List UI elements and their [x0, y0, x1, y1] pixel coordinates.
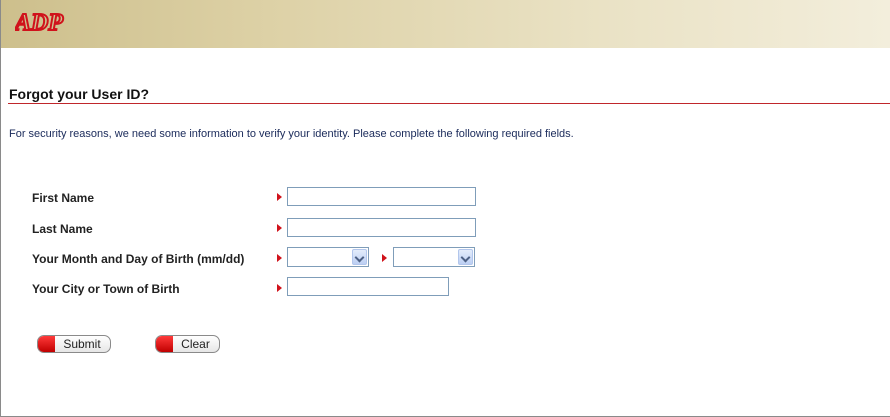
required-marker-icon	[277, 193, 282, 201]
intro-text: For security reasons, we need some infor…	[9, 128, 574, 140]
required-marker-icon	[277, 284, 282, 292]
birth-month-select[interactable]	[287, 247, 369, 267]
submit-button-label: Submit	[63, 337, 101, 351]
header-bar: ADP	[1, 0, 890, 48]
adp-logo: ADP	[15, 8, 75, 38]
last-name-input[interactable]	[287, 218, 476, 237]
svg-text:ADP: ADP	[15, 10, 63, 36]
birth-city-input[interactable]	[287, 277, 449, 296]
birth-day-select[interactable]	[393, 247, 475, 267]
required-marker-icon	[277, 254, 282, 262]
page-title: Forgot your User ID?	[9, 86, 150, 102]
chevron-down-icon[interactable]	[352, 249, 367, 265]
first-name-input[interactable]	[287, 187, 476, 206]
first-name-label: First Name	[32, 191, 95, 205]
required-marker-icon	[277, 224, 282, 232]
title-divider	[8, 103, 890, 104]
birth-city-label: Your City or Town of Birth	[32, 282, 180, 296]
chevron-down-icon[interactable]	[458, 249, 473, 265]
birth-date-label: Your Month and Day of Birth (mm/dd)	[32, 252, 245, 266]
button-cap-icon	[38, 336, 55, 352]
submit-button[interactable]: Submit	[37, 335, 111, 353]
required-marker-icon	[382, 254, 387, 262]
clear-button[interactable]: Clear	[155, 335, 220, 353]
clear-button-label: Clear	[181, 337, 210, 351]
page-frame	[0, 0, 890, 417]
last-name-label: Last Name	[32, 222, 93, 236]
button-cap-icon	[156, 336, 173, 352]
